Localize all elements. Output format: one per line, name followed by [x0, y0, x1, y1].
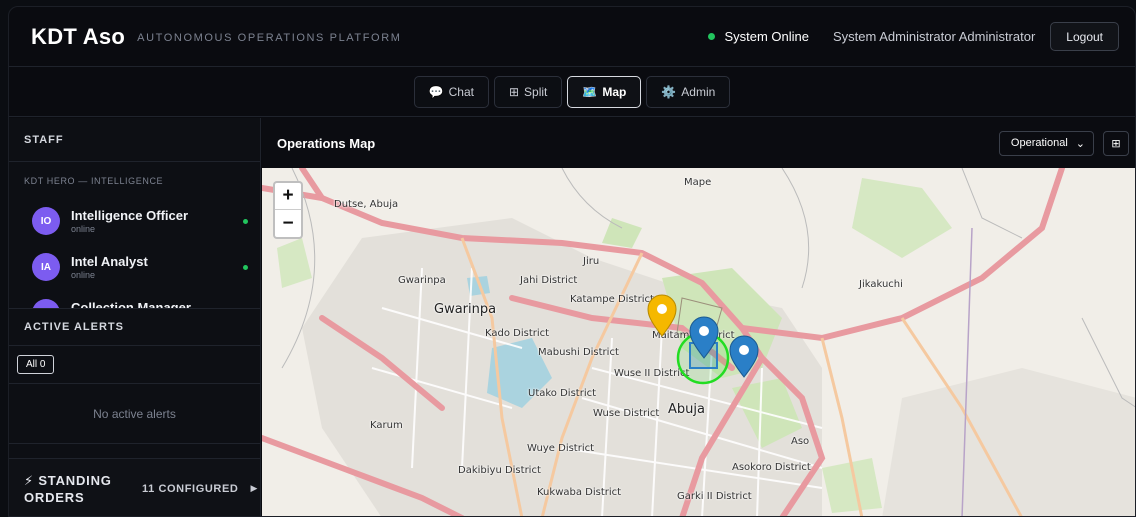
- header-right: System Online System Administrator Admin…: [708, 22, 1119, 51]
- app-window: KDT Aso AUTONOMOUS OPERATIONS PLATFORM S…: [8, 6, 1136, 517]
- alerts-header: ACTIVE ALERTS: [9, 308, 260, 346]
- tab-admin[interactable]: ⚙️ Admin: [646, 76, 731, 108]
- gear-icon: ⚙️: [661, 85, 677, 99]
- tab-label: Admin: [681, 85, 716, 99]
- standing-orders-title: ⚡ STANDING ORDERS: [24, 472, 112, 505]
- staff-name: Intel Analyst: [71, 254, 148, 269]
- tab-map[interactable]: 🗺️ Map: [567, 76, 642, 108]
- sidebar: STAFF KDT HERO — INTELLIGENCE IO Intelli…: [9, 118, 261, 516]
- brand-tagline: AUTONOMOUS OPERATIONS PLATFORM: [137, 32, 402, 44]
- system-status: System Online: [724, 29, 809, 44]
- view-tabs: 💬 Chat ⊞ Split 🗺️ Map ⚙️ Admin: [9, 68, 1135, 117]
- chevron-right-icon: ▶: [250, 483, 258, 493]
- marker-yellow-icon[interactable]: [647, 294, 677, 337]
- zoom-out-button[interactable]: −: [275, 210, 301, 237]
- map-icon: 🗺️: [582, 85, 598, 99]
- user-name: System Administrator Administrator: [833, 29, 1036, 44]
- staff-name: Intelligence Officer: [71, 208, 189, 223]
- zoom-control: + −: [273, 181, 303, 239]
- map-canvas[interactable]: Dutse, Abuja Mape Jiru Gwarinpa Gwarinpa…: [262, 168, 1135, 516]
- status-dot-icon: [708, 33, 716, 40]
- tab-chat[interactable]: 💬 Chat: [413, 76, 489, 108]
- avatar: IA: [32, 253, 60, 281]
- staff-item[interactable]: IA Intel Analyst online: [9, 244, 260, 290]
- brand-logo: KDT Aso: [31, 23, 126, 49]
- tab-label: Split: [524, 85, 548, 99]
- staff-name: Collection Manager: [71, 300, 191, 308]
- no-alerts-message: No active alerts: [9, 384, 260, 444]
- marker-blue-icon[interactable]: [729, 335, 759, 378]
- layer-select-value: Operational: [1010, 137, 1068, 149]
- staff-group-label: KDT HERO — INTELLIGENCE: [24, 176, 164, 186]
- map-layer-select[interactable]: Operational ⌄: [998, 130, 1094, 156]
- chat-icon: 💬: [428, 85, 444, 99]
- staff-title: STAFF: [24, 133, 64, 146]
- split-icon: ⊞: [508, 85, 520, 99]
- grid-icon: ⊞: [1111, 137, 1121, 150]
- online-dot-icon: [243, 265, 248, 270]
- standing-orders-toggle[interactable]: ⚡ STANDING ORDERS 11 CONFIGURED ▶: [9, 458, 260, 516]
- chevron-down-icon: ⌄: [1075, 137, 1085, 150]
- tab-label: Map: [602, 85, 627, 99]
- grid-toggle-button[interactable]: ⊞: [1103, 130, 1129, 156]
- staff-status: online: [71, 270, 96, 280]
- alerts-filter-all[interactable]: All 0: [17, 355, 55, 374]
- tab-split[interactable]: ⊞ Split: [493, 76, 563, 108]
- standing-orders-count: 11 CONFIGURED: [142, 482, 239, 495]
- staff-status: online: [71, 224, 96, 234]
- online-dot-icon: [243, 219, 248, 224]
- map-title: Operations Map: [277, 135, 376, 151]
- alerts-filter-bar: All 0: [9, 346, 260, 384]
- staff-list[interactable]: IO Intelligence Officer online IA Intel …: [9, 198, 260, 308]
- zoom-in-button[interactable]: +: [275, 183, 301, 210]
- avatar: CM: [32, 299, 60, 308]
- map-header: Operations Map Operational ⌄ ⊞: [262, 118, 1135, 168]
- alerts-title: ACTIVE ALERTS: [24, 321, 124, 333]
- staff-header: STAFF: [9, 118, 260, 162]
- map-overlays: [647, 294, 759, 385]
- top-header: KDT Aso AUTONOMOUS OPERATIONS PLATFORM S…: [9, 7, 1135, 67]
- avatar: IO: [32, 207, 60, 235]
- staff-item[interactable]: IO Intelligence Officer online: [9, 198, 260, 244]
- map-panel: Operations Map Operational ⌄ ⊞ Dutse, Ab…: [262, 118, 1135, 516]
- tab-label: Chat: [448, 85, 474, 99]
- staff-item[interactable]: CM Collection Manager online: [9, 290, 260, 308]
- logout-button[interactable]: Logout: [1050, 22, 1119, 51]
